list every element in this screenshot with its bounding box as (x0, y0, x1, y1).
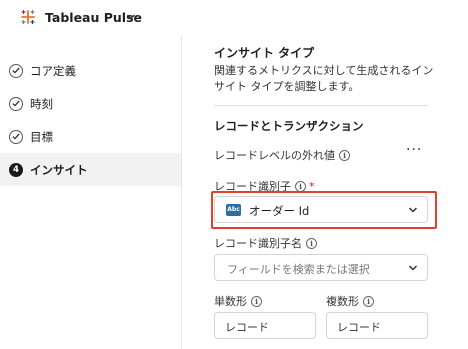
check-circle-icon (9, 63, 23, 78)
singular-label: 単数形 i (214, 293, 262, 309)
steps-sidebar: コア定義 時刻 目標 4 インサイト (0, 36, 181, 349)
tableau-logo-icon (21, 9, 35, 25)
sidebar-item-goals[interactable]: 目標 (0, 120, 181, 153)
outliers-label-text: レコードレベルの外れ値 (214, 149, 335, 162)
info-icon[interactable]: i (295, 180, 306, 192)
step-number-badge: 4 (9, 162, 23, 177)
section-title: インサイト タイプ (214, 46, 315, 60)
check-circle-icon (9, 96, 23, 111)
app-header: Tableau Pulse (0, 0, 468, 36)
info-icon[interactable]: i (339, 149, 350, 161)
section-divider (214, 105, 429, 106)
record-id-name-label: レコード識別子名 i (214, 235, 317, 251)
chevron-down-icon (408, 265, 418, 271)
record-id-name-placeholder: フィールドを検索または選択 (227, 263, 370, 276)
chevron-down-icon (408, 207, 418, 213)
sidebar-item-label: インサイト (30, 162, 88, 177)
sidebar-item-label: コア定義 (30, 63, 76, 78)
info-icon[interactable]: i (251, 295, 262, 307)
subsection-title: レコードとトランザクション (214, 119, 364, 133)
plural-label: 複数形 i (326, 293, 374, 309)
sidebar-item-core-definition[interactable]: コア定義 (0, 54, 181, 87)
plural-input[interactable]: レコード (326, 312, 428, 339)
sidebar-item-insights[interactable]: 4 インサイト (0, 153, 181, 186)
info-icon[interactable]: i (363, 295, 374, 307)
more-options-icon[interactable]: ··· (406, 142, 422, 158)
string-type-icon: Abc (226, 204, 241, 216)
sidebar-item-time[interactable]: 時刻 (0, 87, 181, 120)
record-id-select[interactable]: Abc オーダー Id (214, 196, 428, 223)
info-icon[interactable]: i (306, 237, 317, 249)
singular-label-text: 単数形 (214, 295, 247, 308)
outliers-label: レコードレベルの外れ値 i (214, 147, 350, 163)
singular-value: レコード (225, 321, 269, 334)
plural-value: レコード (337, 321, 381, 334)
record-id-value: オーダー Id (249, 204, 310, 218)
record-id-name-select[interactable]: フィールドを検索または選択 (214, 254, 428, 281)
sidebar-item-label: 目標 (30, 129, 53, 144)
record-id-name-label-text: レコード識別子名 (214, 237, 302, 250)
singular-input[interactable]: レコード (214, 312, 316, 339)
section-description: 関連するメトリクスに対して生成されるインサイト タイプを調整します。 (214, 64, 434, 93)
plural-label-text: 複数形 (326, 295, 359, 308)
chevron-down-icon[interactable] (126, 12, 136, 22)
sidebar-item-label: 時刻 (30, 96, 53, 111)
check-circle-icon (9, 129, 23, 144)
